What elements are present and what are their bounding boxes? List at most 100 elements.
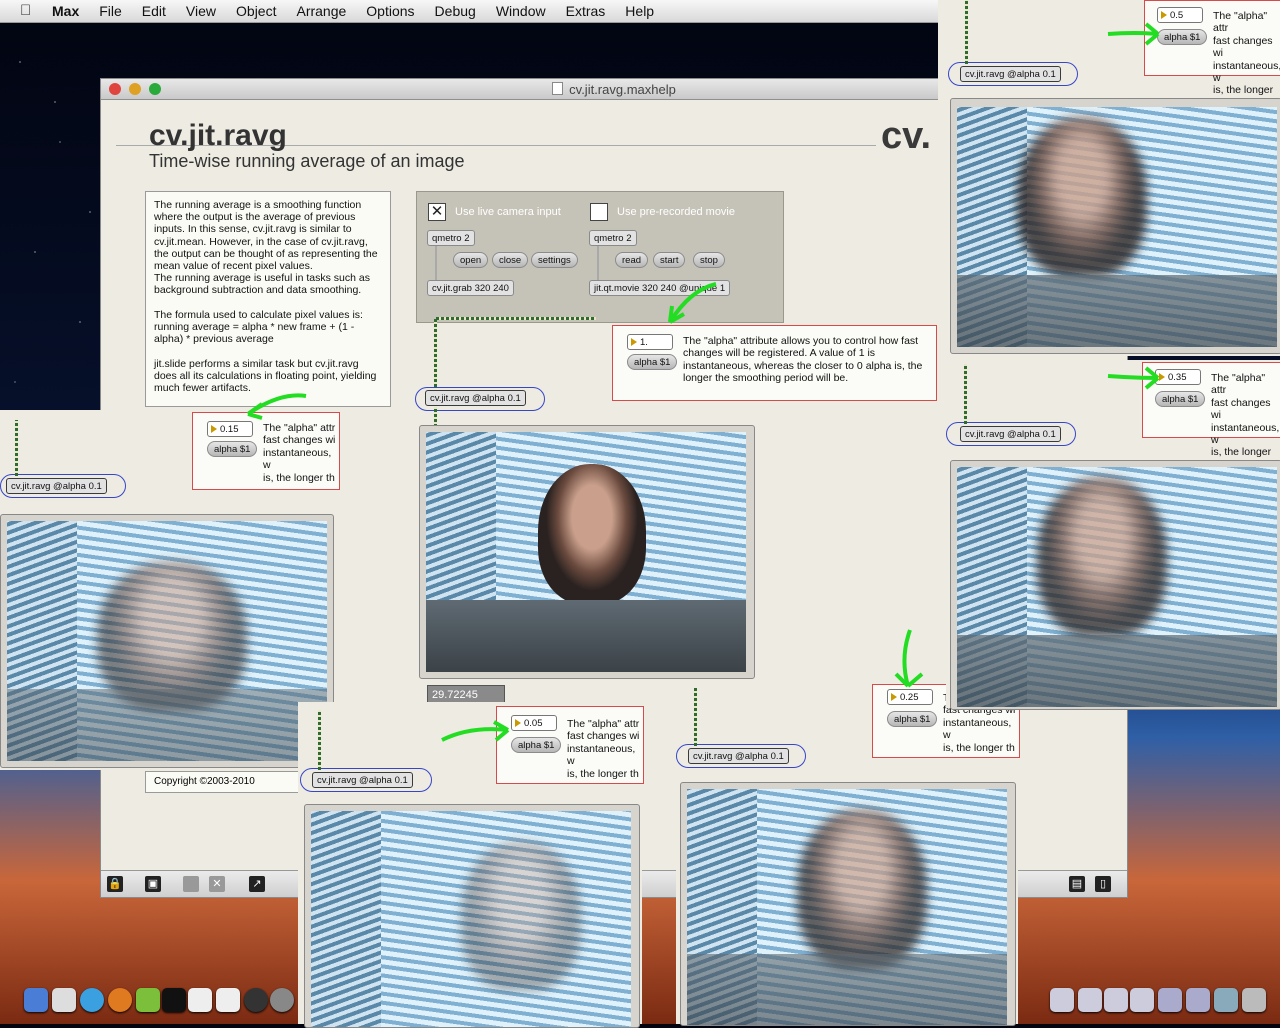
person-image xyxy=(538,464,646,604)
sidebar-icon[interactable]: ▯ xyxy=(1095,876,1111,892)
alpha-number-box[interactable]: 0.25 xyxy=(887,689,933,705)
live-camera-toggle[interactable]: ✕ xyxy=(428,203,446,221)
alpha-message[interactable]: alpha $1 xyxy=(627,354,678,370)
video-frame xyxy=(957,107,1277,347)
annotation-arrow xyxy=(1107,366,1160,390)
trash-icon[interactable] xyxy=(1242,988,1266,1012)
annotation-arrow xyxy=(894,629,924,688)
folder-icon[interactable] xyxy=(1158,988,1182,1012)
app-icon[interactable] xyxy=(188,988,212,1012)
close-message[interactable]: close xyxy=(492,252,529,268)
browser-icon[interactable] xyxy=(80,988,104,1012)
menu-file[interactable]: File xyxy=(99,3,122,19)
ravg-object[interactable]: cv.jit.ravg @alpha 0.1 xyxy=(6,478,107,494)
app-icon[interactable] xyxy=(136,988,160,1012)
ravg-object[interactable]: cv.jit.ravg @alpha 0.1 xyxy=(425,390,526,406)
video-window xyxy=(950,460,1280,710)
menu-extras[interactable]: Extras xyxy=(566,3,606,19)
input-panel: ✕ Use live camera input Use pre-recorded… xyxy=(416,191,784,323)
open-message[interactable]: open xyxy=(453,252,489,268)
patch-cord xyxy=(964,364,967,424)
video-window xyxy=(950,98,1280,354)
alpha-comment: The "alpha" attr fast changes wi instant… xyxy=(263,422,336,484)
left-overlay-patch: 0.15 alpha $1 The "alpha" attr fast chan… xyxy=(0,410,340,770)
patch-cord xyxy=(597,246,599,280)
window-title-text: cv.jit.ravg.maxhelp xyxy=(569,82,676,97)
stack-icon[interactable] xyxy=(1050,988,1074,1012)
app-icon[interactable] xyxy=(52,988,76,1012)
split-view-icon[interactable]: ▤ xyxy=(1069,876,1085,892)
graph-icon[interactable]: ↗ xyxy=(249,876,265,892)
finder-icon[interactable] xyxy=(24,988,48,1012)
live-video-frame xyxy=(426,432,746,672)
annotation-arrow xyxy=(441,720,510,742)
alpha-number-box[interactable]: 0.05 xyxy=(511,715,557,731)
alpha-comment: The "alpha" attribute allows you to cont… xyxy=(683,335,923,385)
menu-view[interactable]: View xyxy=(186,3,216,19)
start-message[interactable]: start xyxy=(653,252,686,268)
patch-cord xyxy=(965,0,968,64)
folder-icon[interactable] xyxy=(1214,988,1238,1012)
ravg-object[interactable]: cv.jit.ravg @alpha 0.1 xyxy=(960,66,1061,82)
menu-edit[interactable]: Edit xyxy=(142,3,166,19)
patch-cord xyxy=(318,710,321,770)
menu-help[interactable]: Help xyxy=(625,3,654,19)
menu-arrange[interactable]: Arrange xyxy=(296,3,346,19)
person-image xyxy=(1037,477,1167,637)
folder-icon[interactable] xyxy=(1186,988,1210,1012)
alpha-message[interactable]: alpha $1 xyxy=(1155,391,1206,407)
alpha-message[interactable]: alpha $1 xyxy=(887,711,938,727)
ravg-object[interactable]: cv.jit.ravg @alpha 0.1 xyxy=(688,748,789,764)
alpha-comment-box: 0.35 alpha $1 The "alpha" attr fast chan… xyxy=(1142,362,1280,471)
annotation-arrow xyxy=(1107,22,1160,46)
alpha-number-box[interactable]: 1. xyxy=(627,334,673,350)
patch-cord-icon[interactable] xyxy=(183,876,199,892)
menu-debug[interactable]: Debug xyxy=(435,3,476,19)
stack-icon[interactable] xyxy=(1130,988,1154,1012)
patch-cord xyxy=(15,420,18,476)
grab-object[interactable]: cv.jit.grab 320 240 xyxy=(427,280,514,296)
alpha-number-box[interactable]: 0.5 xyxy=(1157,7,1203,23)
watermark-logo: cv. xyxy=(881,115,932,157)
alpha-comment-box: 0.05 alpha $1 The "alpha" attr fast chan… xyxy=(496,706,644,784)
alpha-comment: The "alpha" attr fast changes wi instant… xyxy=(1211,372,1280,471)
person-image xyxy=(797,809,927,969)
alpha-message[interactable]: alpha $1 xyxy=(511,737,562,753)
person-image xyxy=(1017,117,1147,277)
stack-icon[interactable] xyxy=(1078,988,1102,1012)
patch-cord xyxy=(694,688,697,746)
app-icon[interactable] xyxy=(244,988,268,1012)
read-message[interactable]: read xyxy=(615,252,649,268)
description-comment: The running average is a smoothing funct… xyxy=(145,191,391,407)
firefox-icon[interactable] xyxy=(108,988,132,1012)
apple-icon[interactable]:  xyxy=(20,3,38,19)
stack-icon[interactable] xyxy=(1104,988,1128,1012)
delete-icon[interactable]: ✕ xyxy=(209,876,225,892)
terminal-icon[interactable] xyxy=(162,988,186,1012)
bottom-overlay-patch: 0.05 alpha $1 The "alpha" attr fast chan… xyxy=(298,702,644,1028)
presentation-icon[interactable]: ▣ xyxy=(145,876,161,892)
menu-object[interactable]: Object xyxy=(236,3,276,19)
app-icon[interactable] xyxy=(270,988,294,1012)
ravg-object[interactable]: cv.jit.ravg @alpha 0.1 xyxy=(312,772,413,788)
alpha-comment-box: 0.5 alpha $1 The "alpha" attr fast chang… xyxy=(1144,0,1280,109)
qmetro-live-object[interactable]: qmetro 2 xyxy=(427,230,475,246)
alpha-message[interactable]: alpha $1 xyxy=(1157,29,1208,45)
stop-message[interactable]: stop xyxy=(693,252,725,268)
annotation-arrow xyxy=(668,282,717,324)
lock-icon[interactable]: 🔒 xyxy=(107,876,123,892)
menu-options[interactable]: Options xyxy=(366,3,414,19)
menu-window[interactable]: Window xyxy=(496,3,546,19)
movie-toggle[interactable] xyxy=(590,203,608,221)
video-frame xyxy=(957,467,1277,707)
menu-app[interactable]: Max xyxy=(52,3,79,19)
settings-message[interactable]: settings xyxy=(531,252,578,268)
menu-bar:  Max File Edit View Object Arrange Opti… xyxy=(0,0,938,23)
patch-cord xyxy=(435,246,437,280)
patch-title: cv.jit.ravg xyxy=(149,119,287,152)
app-icon[interactable] xyxy=(216,988,240,1012)
qmetro-movie-object[interactable]: qmetro 2 xyxy=(589,230,637,246)
alpha-message[interactable]: alpha $1 xyxy=(207,441,258,457)
patch-cord xyxy=(436,317,596,320)
ravg-object[interactable]: cv.jit.ravg @alpha 0.1 xyxy=(960,426,1061,442)
